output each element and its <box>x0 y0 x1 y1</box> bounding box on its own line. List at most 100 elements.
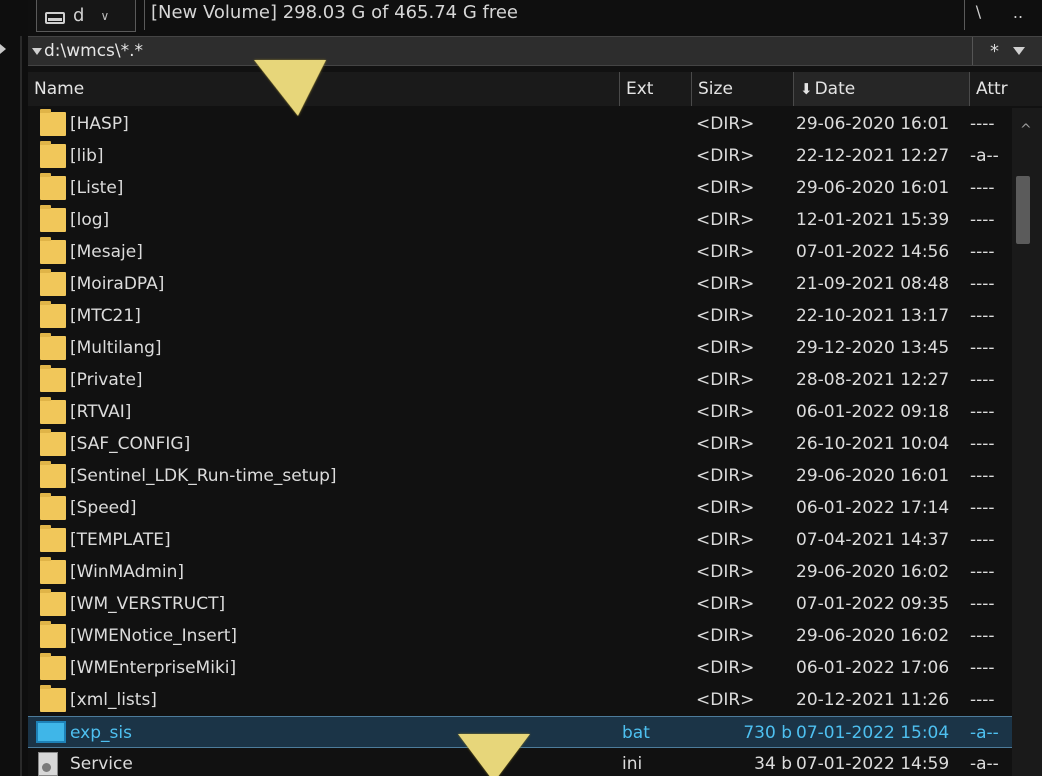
left-panel-edge <box>0 0 28 776</box>
file-list[interactable]: [HASP] <DIR> 29-06-2020 16:01 ---- [lib]… <box>28 108 1012 776</box>
list-item[interactable]: [MoiraDPA] <DIR> 21-09-2021 08:48 ---- <box>28 268 1012 300</box>
file-name: [WM_VERSTRUCT] <box>70 594 226 614</box>
file-size: <DIR> <box>696 658 755 678</box>
scroll-up-icon[interactable]: ^ <box>1020 122 1032 138</box>
file-ext <box>618 524 690 556</box>
folder-icon <box>40 493 66 520</box>
file-attr: -a-- <box>970 754 999 774</box>
history-chevron-icon[interactable] <box>32 47 42 55</box>
file-size: <DIR> <box>696 626 755 646</box>
file-size: 34 b <box>754 754 792 774</box>
parent-dir-button[interactable]: .. <box>998 0 1038 30</box>
file-ext <box>618 428 690 460</box>
folder-icon <box>40 301 66 328</box>
file-attr: -a-- <box>970 146 999 166</box>
folder-icon <box>40 333 66 360</box>
file-name: [log] <box>70 210 110 230</box>
list-item[interactable]: [WM_VERSTRUCT] <DIR> 07-01-2022 09:35 --… <box>28 588 1012 620</box>
dropdown-arrow-icon[interactable] <box>1013 47 1025 55</box>
file-size: <DIR> <box>696 146 755 166</box>
file-date: 29-06-2020 16:01 <box>796 114 950 134</box>
filter-star-icon[interactable]: * <box>990 41 999 62</box>
list-item[interactable]: [Sentinel_LDK_Run-time_setup] <DIR> 29-0… <box>28 460 1012 492</box>
file-ext <box>618 172 690 204</box>
file-ext <box>618 620 690 652</box>
file-size: <DIR> <box>696 242 755 262</box>
panel-divider[interactable] <box>20 36 22 776</box>
file-attr: ---- <box>970 210 995 230</box>
file-date: 29-06-2020 16:01 <box>796 466 950 486</box>
file-attr: ---- <box>970 626 995 646</box>
drive-dropdown[interactable]: d ∨ <box>36 0 136 32</box>
file-name: [WMENotice_Insert] <box>70 626 238 646</box>
list-item[interactable]: [WMEnterpriseMiki] <DIR> 06-01-2022 17:0… <box>28 652 1012 684</box>
column-attr[interactable]: Attr <box>970 72 1042 106</box>
list-item[interactable]: [log] <DIR> 12-01-2021 15:39 ---- <box>28 204 1012 236</box>
file-name: [RTVAI] <box>70 402 132 422</box>
vertical-scrollbar[interactable]: ^ <box>1012 108 1042 776</box>
file-date: 22-12-2021 12:27 <box>796 146 950 166</box>
folder-icon <box>40 365 66 392</box>
file-ext <box>618 332 690 364</box>
file-size: <DIR> <box>696 370 755 390</box>
file-date: 07-01-2022 14:59 <box>796 754 950 774</box>
file-name: [WinMAdmin] <box>70 562 185 582</box>
list-item[interactable]: [WinMAdmin] <DIR> 29-06-2020 16:02 ---- <box>28 556 1012 588</box>
list-item[interactable]: [Multilang] <DIR> 29-12-2020 13:45 ---- <box>28 332 1012 364</box>
file-attr: ---- <box>970 338 995 358</box>
list-item[interactable]: [TEMPLATE] <DIR> 07-04-2021 14:37 ---- <box>28 524 1012 556</box>
file-name: [Mesaje] <box>70 242 143 262</box>
file-name: [Liste] <box>70 178 124 198</box>
file-attr: ---- <box>970 114 995 134</box>
arrow-down-icon: ⬇ <box>800 80 813 98</box>
file-attr: ---- <box>970 466 995 486</box>
path-bar[interactable]: d:\wmcs\*.* * <box>28 36 1042 66</box>
file-ext <box>618 588 690 620</box>
list-item[interactable]: [Private] <DIR> 28-08-2021 12:27 ---- <box>28 364 1012 396</box>
file-date: 06-01-2022 17:14 <box>796 498 950 518</box>
file-date: 29-06-2020 16:01 <box>796 178 950 198</box>
list-item[interactable]: [MTC21] <DIR> 22-10-2021 13:17 ---- <box>28 300 1012 332</box>
list-item[interactable]: [HASP] <DIR> 29-06-2020 16:01 ---- <box>28 108 1012 140</box>
file-date: 06-01-2022 09:18 <box>796 402 950 422</box>
file-ext <box>618 652 690 684</box>
file-date: 29-06-2020 16:02 <box>796 626 950 646</box>
file-attr: ---- <box>970 562 995 582</box>
folder-icon <box>40 109 66 136</box>
folder-icon <box>40 589 66 616</box>
list-item[interactable]: [Liste] <DIR> 29-06-2020 16:01 ---- <box>28 172 1012 204</box>
file-date: 26-10-2021 10:04 <box>796 434 950 454</box>
total-commander-panel: d ∨ [New Volume] 298.03 G of 465.74 G fr… <box>0 0 1042 776</box>
file-date: 22-10-2021 13:17 <box>796 306 950 326</box>
list-item[interactable]: [xml_lists] <DIR> 20-12-2021 11:26 ---- <box>28 684 1012 716</box>
scroll-thumb[interactable] <box>1016 176 1030 244</box>
folder-icon <box>40 173 66 200</box>
file-attr: -a-- <box>970 723 999 743</box>
root-dir-button[interactable]: \ <box>964 0 992 30</box>
file-size: <DIR> <box>696 306 755 326</box>
folder-icon <box>40 269 66 296</box>
column-ext[interactable]: Ext <box>620 72 692 106</box>
file-attr: ---- <box>970 242 995 262</box>
file-size: <DIR> <box>696 562 755 582</box>
list-item[interactable]: [WMENotice_Insert] <DIR> 29-06-2020 16:0… <box>28 620 1012 652</box>
list-item[interactable]: [Mesaje] <DIR> 07-01-2022 14:56 ---- <box>28 236 1012 268</box>
file-attr: ---- <box>970 306 995 326</box>
folder-icon <box>40 397 66 424</box>
list-item[interactable]: [Speed] <DIR> 06-01-2022 17:14 ---- <box>28 492 1012 524</box>
column-date[interactable]: ⬇ Date <box>794 72 970 106</box>
file-date: 07-01-2022 09:35 <box>796 594 950 614</box>
file-date: 07-01-2022 14:56 <box>796 242 950 262</box>
column-size[interactable]: Size <box>692 72 794 106</box>
file-date: 21-09-2021 08:48 <box>796 274 950 294</box>
list-item[interactable]: [RTVAI] <DIR> 06-01-2022 09:18 ---- <box>28 396 1012 428</box>
file-ext <box>618 268 690 300</box>
filter-controls[interactable]: * <box>972 37 1042 65</box>
list-item[interactable]: [SAF_CONFIG] <DIR> 26-10-2021 10:04 ---- <box>28 428 1012 460</box>
file-date: 20-12-2021 11:26 <box>796 690 950 710</box>
list-item[interactable]: [lib] <DIR> 22-12-2021 12:27 -a-- <box>28 140 1012 172</box>
file-attr: ---- <box>970 658 995 678</box>
file-date: 07-04-2021 14:37 <box>796 530 950 550</box>
file-size: <DIR> <box>696 690 755 710</box>
file-size: <DIR> <box>696 594 755 614</box>
